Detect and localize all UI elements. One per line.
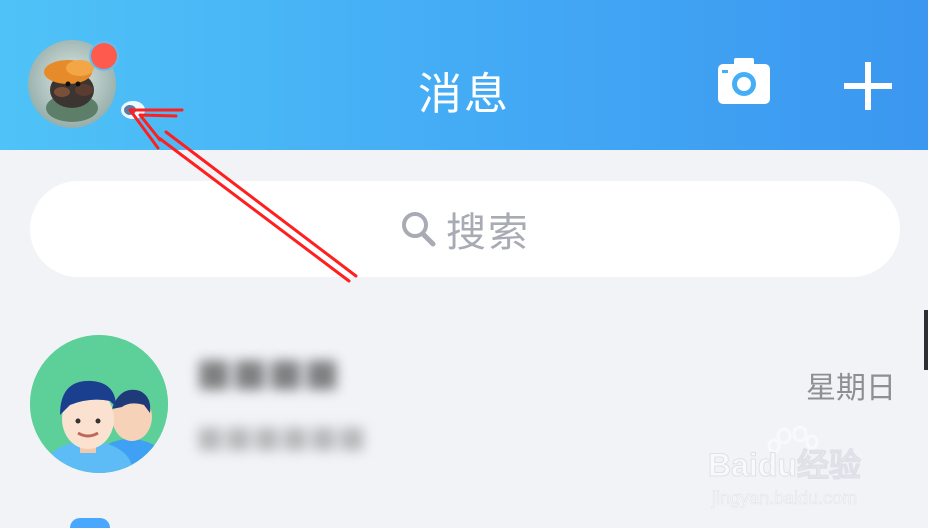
scroll-indicator (924, 310, 928, 370)
watermark-url: jingyan.baidu.com (711, 488, 857, 508)
group-avatar-icon (30, 335, 168, 473)
baidu-paw-logo: Baidu经验 jingyan.baidu.com (708, 425, 861, 508)
search-inner: 搜索 (30, 181, 900, 277)
conversation-name-blurred: ■■■■ (196, 350, 340, 394)
add-button[interactable] (840, 58, 896, 114)
status-bar-fragment (560, 0, 920, 6)
conversation-time: 星期日 (806, 371, 896, 406)
watermark-text: Baidu经验 (708, 447, 861, 483)
baidu-watermark: Baidu经验 jingyan.baidu.com (704, 424, 914, 514)
plus-icon (844, 62, 892, 110)
search-bar[interactable]: 搜索 (30, 181, 900, 277)
camera-icon (718, 58, 770, 104)
search-icon (402, 212, 436, 247)
search-placeholder: 搜索 (446, 210, 530, 256)
top-bar: 消息 (0, 0, 928, 150)
camera-button[interactable] (716, 56, 772, 108)
page-title: 消息 (418, 69, 510, 120)
next-conversation-avatar-peek (70, 518, 110, 528)
conversation-avatar[interactable] (30, 335, 168, 473)
conversation-preview-blurred: ■■■■■■ (196, 420, 367, 455)
